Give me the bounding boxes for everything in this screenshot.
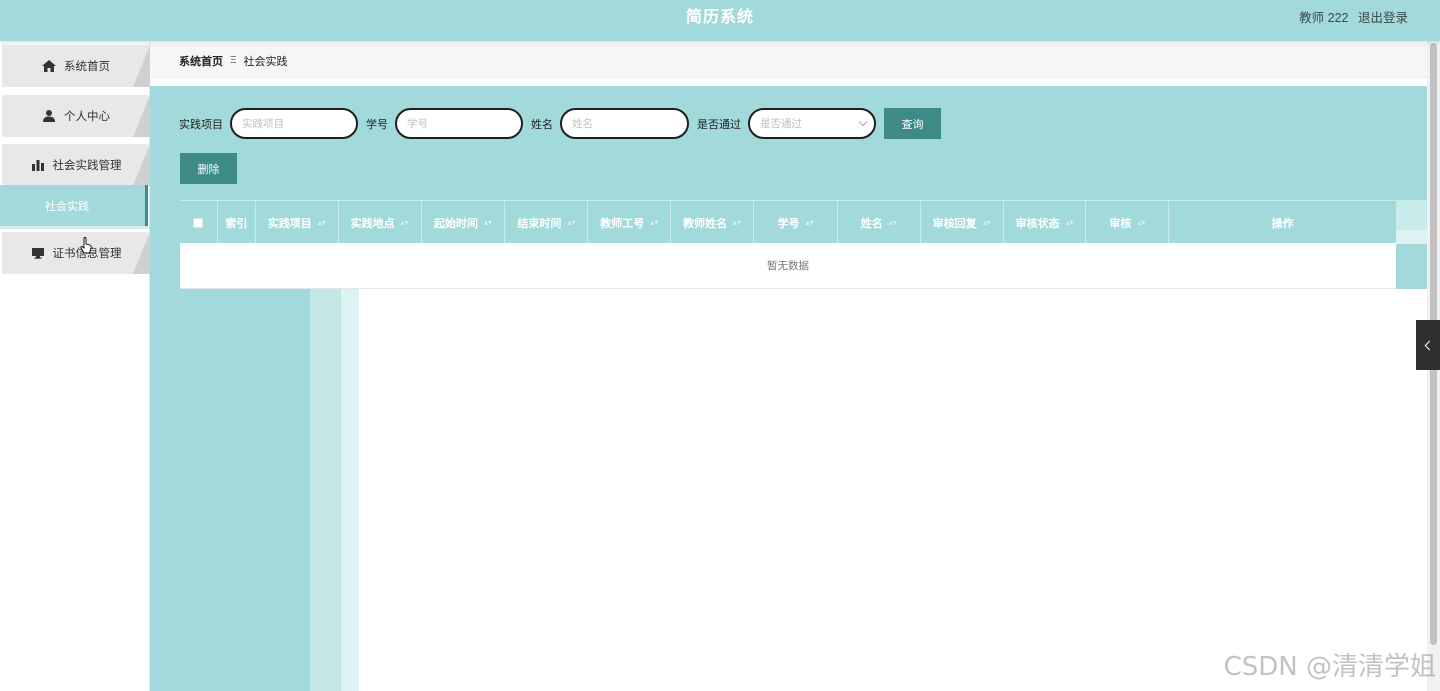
project-input[interactable]: 实践项目 <box>230 108 358 139</box>
user-icon <box>43 110 55 122</box>
student-no-label: 学号 <box>366 118 388 131</box>
select-all-checkbox[interactable] <box>193 217 204 228</box>
sidebar-tab[interactable]: 社会实践管理 <box>2 144 150 186</box>
column-header: 操作 <box>1271 217 1294 230</box>
monitor-icon <box>31 248 44 259</box>
table-gutter <box>1396 230 1427 244</box>
project-label: 实践项目 <box>179 118 223 131</box>
background-stripe <box>341 289 359 691</box>
sort-icon[interactable]: ▴▾ <box>401 218 409 226</box>
sidebar-item-home[interactable]: 系统首页 <box>0 45 150 87</box>
breadcrumb-home[interactable]: 系统首页 <box>179 53 223 69</box>
empty-text: 暂无数据 <box>767 260 809 272</box>
side-panel-toggle[interactable] <box>1416 320 1440 370</box>
sidebar-subitem-practice[interactable]: 社会实践 <box>0 185 148 226</box>
sidebar-tab[interactable]: 个人中心 <box>2 95 150 137</box>
sidebar-tab[interactable]: 系统首页 <box>2 45 150 87</box>
column-header[interactable]: 结束时间 ▴▾ <box>505 201 589 244</box>
table-gutter <box>1396 200 1427 230</box>
divider <box>0 226 148 229</box>
sort-icon[interactable]: ▴▾ <box>733 218 741 226</box>
background-stripe <box>310 289 341 691</box>
breadcrumb-separator: Ξ <box>230 55 237 66</box>
bar-chart-icon <box>31 160 44 171</box>
name-label: 姓名 <box>531 118 553 131</box>
breadcrumb-current: 社会实践 <box>243 55 288 68</box>
column-header[interactable]: 审核 ▴▾ <box>1086 201 1170 244</box>
home-icon <box>42 60 56 72</box>
column-header[interactable]: 审核回复 ▴▾ <box>921 201 1004 244</box>
column-header[interactable]: 实践地点 ▴▾ <box>339 201 422 244</box>
sidebar-item-label: 个人中心 <box>64 111 110 123</box>
sort-icon[interactable]: ▴▾ <box>318 218 326 226</box>
sidebar-item-certificate[interactable]: 证书信息管理 <box>0 232 150 274</box>
column-header[interactable]: 起始时间 ▴▾ <box>422 201 506 244</box>
user-name: 教师 222 <box>1299 11 1349 25</box>
sidebar-item-label: 系统首页 <box>64 61 110 73</box>
column-header[interactable]: 教师姓名 ▴▾ <box>671 201 755 244</box>
column-header: 索引 <box>218 201 256 244</box>
search-bar: 实践项目 实践项目 学号 学号 姓名 姓名 是否通过 是否通过 查询 <box>179 108 941 139</box>
sort-icon[interactable]: ▴▾ <box>1137 218 1145 226</box>
column-header[interactable]: 教师工号 ▴▾ <box>588 201 672 244</box>
passed-select[interactable]: 是否通过 <box>748 108 876 139</box>
top-header: 简历系统 教师 222 退出登录 <box>0 0 1440 41</box>
sort-icon[interactable]: ▴▾ <box>567 218 575 226</box>
search-button[interactable]: 查询 <box>884 108 941 139</box>
sidebar-tab[interactable]: 证书信息管理 <box>2 232 150 274</box>
column-header[interactable]: 姓名 ▴▾ <box>838 201 921 244</box>
sort-icon[interactable]: ▴▾ <box>889 218 897 226</box>
sort-icon[interactable]: ▴▾ <box>650 218 658 226</box>
sort-icon[interactable]: ▴▾ <box>983 218 991 226</box>
sort-icon[interactable]: ▴▾ <box>805 218 813 226</box>
column-header[interactable]: 实践项目 ▴▾ <box>256 201 339 244</box>
sort-icon[interactable]: ▴▾ <box>484 218 492 226</box>
table-header: 索引 实践项目 ▴▾ 实践地点 ▴▾ 起始时间 ▴▾ 结束时间 ▴▾ 教师工号 ▴▾ 教师… <box>180 200 1396 244</box>
content-pane <box>359 289 1427 691</box>
sidebar-item-practice-management[interactable]: 社会实践管理 <box>0 144 150 186</box>
table-empty-row: 暂无数据 <box>180 243 1396 289</box>
logout-link[interactable]: 退出登录 <box>1358 11 1408 25</box>
sidebar-item-label: 社会实践管理 <box>52 160 122 172</box>
column-header[interactable]: 学号 ▴▾ <box>754 201 838 244</box>
sidebar-item-profile[interactable]: 个人中心 <box>0 95 150 137</box>
sort-icon[interactable]: ▴▾ <box>1066 218 1074 226</box>
user-box: 教师 222 退出登录 <box>1293 7 1408 26</box>
passed-select-value: 是否通过 <box>760 118 802 130</box>
app-title: 简历系统 <box>685 9 754 26</box>
student-no-input[interactable]: 学号 <box>395 108 523 139</box>
breadcrumb: 系统首页 Ξ 社会实践 <box>150 44 1427 78</box>
sidebar: 系统首页 个人中心 社会实践管理 社会实践 证书信息管理 <box>0 41 150 691</box>
delete-button[interactable]: 删除 <box>180 153 237 184</box>
column-header[interactable]: 审核状态 ▴▾ <box>1004 201 1087 244</box>
name-input[interactable]: 姓名 <box>560 108 689 139</box>
pointer-cursor-icon <box>80 237 92 254</box>
chevron-left-icon <box>1424 340 1435 350</box>
watermark: CSDN @清清学姐 <box>1223 652 1436 682</box>
passed-label: 是否通过 <box>697 118 741 131</box>
chevron-down-icon <box>858 117 868 127</box>
select-all-cell[interactable] <box>180 201 218 244</box>
